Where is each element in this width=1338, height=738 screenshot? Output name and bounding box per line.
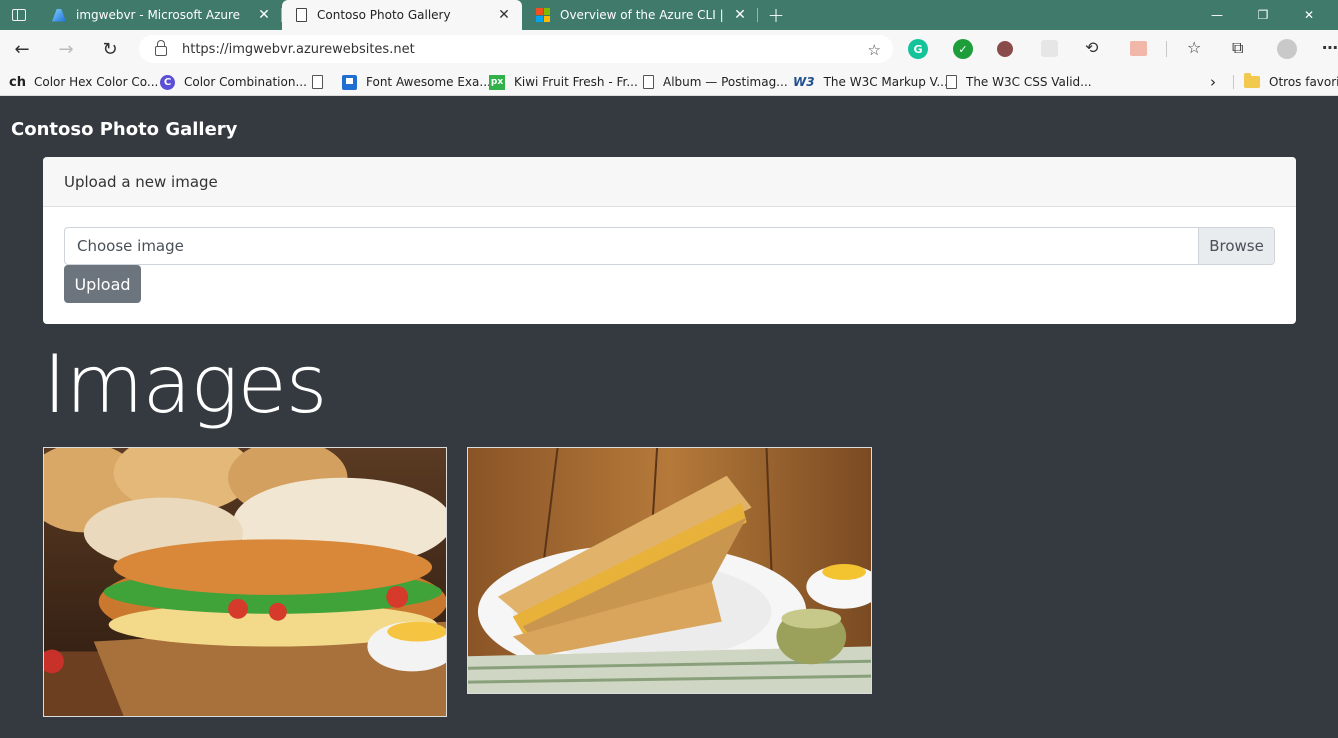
azure-icon (52, 8, 66, 22)
url-field[interactable]: https://imgwebvr.azurewebsites.net ☆ (139, 35, 893, 63)
tab-actions-button[interactable] (0, 0, 38, 30)
bookmark-item[interactable]: C Color Combination... (160, 72, 307, 92)
bookmark-label: Kiwi Fruit Fresh - Fr... (514, 75, 638, 89)
tab-title: imgwebvr - Microsoft Azure (76, 8, 241, 22)
grammarly-extension-icon[interactable]: G (908, 39, 928, 59)
ch-icon: ch (9, 74, 26, 90)
upload-card-header: Upload a new image (43, 157, 1296, 207)
tab-azure-portal[interactable]: imgwebvr - Microsoft Azure ✕ (38, 0, 282, 30)
bookmarks-bar: ch Color Hex Color Co... C Color Combina… (0, 68, 1338, 96)
images-heading: Images (43, 338, 327, 431)
refresh-button[interactable]: ↻ (88, 30, 132, 68)
page-icon (643, 75, 654, 89)
file-input-label[interactable]: Choose image (65, 228, 1198, 264)
plus-icon: + (767, 3, 785, 27)
grilled-sandwich-photo[interactable] (467, 447, 872, 694)
sync-extension-icon[interactable]: ⟲ (1085, 38, 1098, 57)
bookmarks-divider (1233, 75, 1234, 89)
forward-button[interactable]: → (44, 30, 88, 68)
arrow-right-icon: → (58, 38, 74, 60)
file-input[interactable]: Choose image Browse (64, 227, 1275, 265)
minimize-icon[interactable]: — (1194, 8, 1240, 22)
px-icon: px (489, 74, 505, 90)
tab-title: Contoso Photo Gallery (317, 8, 451, 22)
profile-avatar[interactable] (1277, 39, 1297, 59)
new-tab-button[interactable]: + (758, 0, 794, 30)
bookmark-label: Color Combination... (184, 75, 307, 89)
page-icon (296, 8, 307, 22)
bookmarks-overflow-icon[interactable]: › (1210, 72, 1216, 92)
close-tab-icon[interactable]: ✕ (256, 7, 272, 23)
bookmark-item[interactable]: ch Color Hex Color Co... (9, 72, 158, 92)
tab-contoso-gallery[interactable]: Contoso Photo Gallery ✕ (282, 0, 522, 30)
window-controls: — ❐ ✕ (1194, 0, 1338, 30)
bookmark-label: The W3C CSS Valid... (966, 75, 1092, 89)
favorites-icon[interactable]: ☆ (1187, 38, 1201, 57)
bookmark-item[interactable]: The W3C CSS Valid... (946, 72, 1092, 92)
flag-icon (342, 74, 357, 90)
close-tab-icon[interactable]: ✕ (496, 7, 512, 23)
arrow-left-icon: ← (14, 38, 30, 60)
bookmark-item[interactable]: Font Awesome Exa... (342, 72, 491, 92)
bookmark-label: The W3C Markup V... (823, 75, 948, 89)
collections-icon[interactable]: ⧉ (1232, 38, 1243, 58)
microsoft-icon (536, 8, 550, 22)
back-button[interactable]: ← (0, 30, 44, 68)
grilled-sandwich-image (468, 448, 871, 693)
refresh-icon: ↻ (102, 38, 118, 60)
bookmark-item[interactable]: W3 The W3C Markup V... (793, 72, 948, 92)
sandwich-baguette-photo[interactable] (43, 447, 447, 717)
page-icon (946, 75, 957, 89)
tab-azure-cli[interactable]: Overview of the Azure CLI | Micr ✕ (522, 0, 758, 30)
url-text[interactable]: https://imgwebvr.azurewebsites.net (182, 42, 415, 57)
bookmark-item[interactable]: px Kiwi Fruit Fresh - Fr... (489, 72, 638, 92)
browse-button[interactable]: Browse (1198, 228, 1274, 264)
tab-title: Overview of the Azure CLI | Micr (560, 8, 724, 22)
folder-icon (1244, 73, 1260, 88)
toolbar-divider (1166, 41, 1167, 57)
bookmark-label: Album — Postimag... (663, 75, 788, 89)
bookmark-item[interactable] (312, 72, 332, 92)
tab-strip: imgwebvr - Microsoft Azure ✕ Contoso Pho… (0, 0, 1338, 30)
more-options-icon[interactable]: ⋯ (1322, 38, 1338, 57)
page-icon (312, 75, 323, 89)
lock-icon[interactable] (155, 40, 167, 56)
c-circle-icon: C (160, 74, 175, 90)
add-favorite-icon[interactable]: ☆ (868, 41, 881, 59)
sandwich-baguette-image (44, 448, 446, 716)
tab-actions-icon (12, 9, 26, 21)
other-favorites-folder[interactable]: Otros favorito (1244, 72, 1338, 92)
close-tab-icon[interactable]: ✕ (732, 7, 748, 23)
upload-card: Upload a new image Choose image Browse U… (43, 157, 1296, 324)
bookmark-label: Otros favorito (1269, 75, 1338, 89)
extension-grid-icon[interactable] (1041, 40, 1058, 57)
upload-button[interactable]: Upload (64, 265, 141, 303)
navbar-brand[interactable]: Contoso Photo Gallery (11, 119, 237, 140)
restore-icon[interactable]: ❐ (1240, 8, 1286, 22)
extension-icon[interactable] (997, 41, 1013, 57)
w3c-icon: W3 (793, 75, 815, 89)
bookmark-item[interactable]: Album — Postimag... (643, 72, 788, 92)
color-extension-icon[interactable] (1130, 41, 1147, 56)
bookmark-label: Font Awesome Exa... (366, 75, 491, 89)
close-window-icon[interactable]: ✕ (1286, 8, 1332, 22)
address-bar: ← → ↻ https://imgwebvr.azurewebsites.net… (0, 30, 1338, 68)
bookmark-label: Color Hex Color Co... (33, 75, 159, 89)
check-extension-icon[interactable]: ✓ (953, 39, 973, 59)
